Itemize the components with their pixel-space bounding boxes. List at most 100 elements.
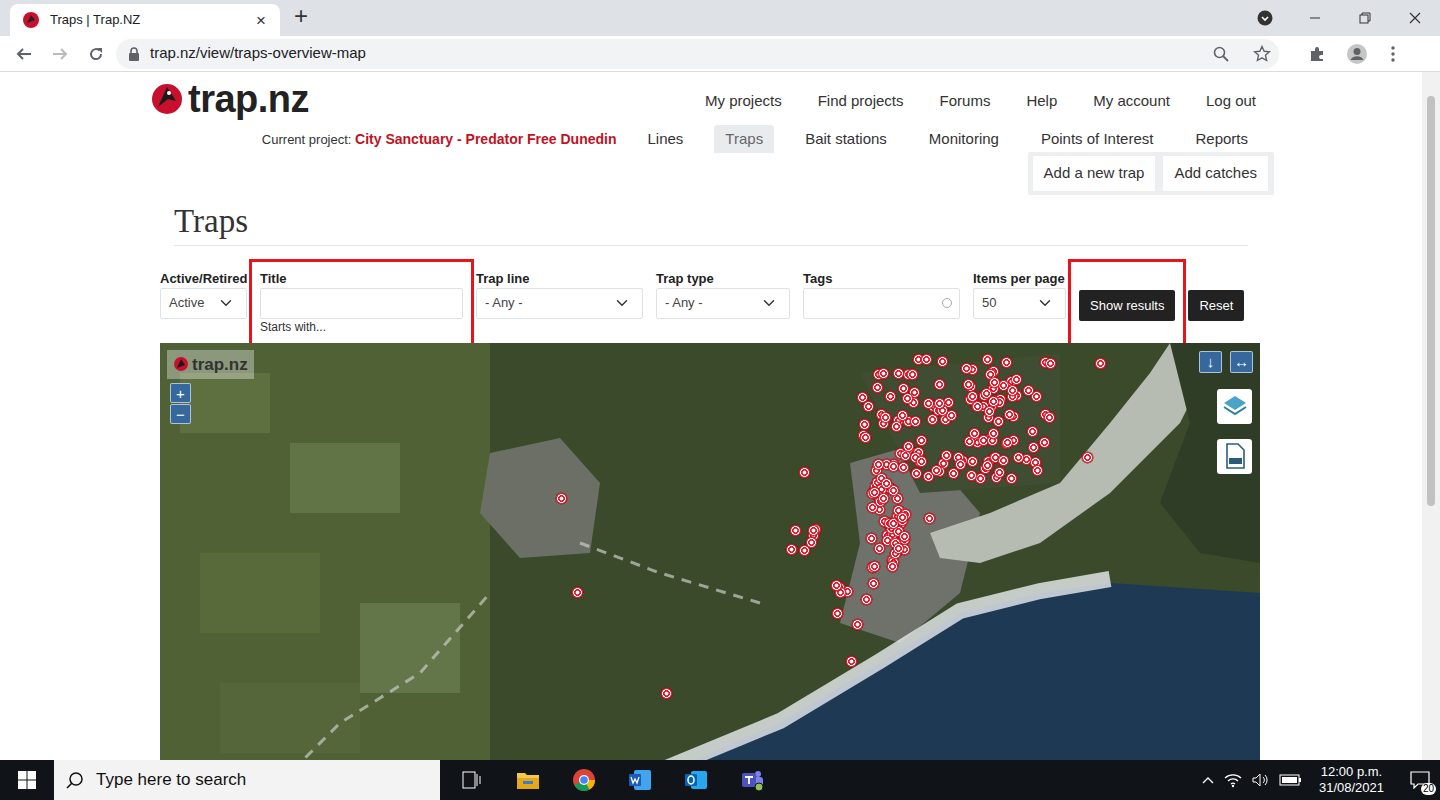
map-pin[interactable] [790, 525, 801, 536]
map-pin[interactable] [1028, 442, 1039, 453]
map-pin[interactable] [1001, 357, 1012, 368]
map-pin[interactable] [880, 412, 891, 423]
map-pin[interactable] [1004, 409, 1015, 420]
map-pin[interactable] [556, 493, 567, 504]
map-pin[interactable] [963, 379, 974, 390]
profile-menu-icon[interactable] [1240, 0, 1290, 36]
map-pin[interactable] [993, 416, 1004, 427]
notification-center-icon[interactable]: 20 [1400, 760, 1440, 800]
section-tab[interactable]: Points of Interest [1030, 125, 1165, 154]
current-project-link[interactable]: City Sanctuary - Predator Free Dunedin [355, 131, 616, 147]
wifi-icon[interactable] [1223, 772, 1243, 788]
map-pin[interactable] [1082, 452, 1093, 463]
layers-icon[interactable] [1217, 389, 1252, 424]
section-tab[interactable]: Traps [714, 125, 774, 154]
map-pin[interactable] [899, 531, 910, 542]
map-pin[interactable] [988, 428, 999, 439]
nav-link[interactable]: My projects [705, 90, 782, 113]
nav-link[interactable]: Help [1026, 90, 1057, 113]
map-pin[interactable] [998, 455, 1009, 466]
map-pin[interactable] [1013, 452, 1024, 463]
map-pin[interactable] [878, 368, 889, 379]
map-pin[interactable] [891, 421, 902, 432]
new-tab-button[interactable]: + [294, 4, 308, 28]
menu-icon[interactable] [1377, 38, 1409, 70]
map-pin[interactable] [872, 382, 883, 393]
map-pin[interactable] [1011, 374, 1022, 385]
map-pin[interactable] [969, 428, 980, 439]
scrollbar[interactable] [1422, 72, 1440, 760]
map-pin[interactable] [902, 393, 913, 404]
site-logo[interactable]: trap.nz [150, 80, 309, 118]
close-icon[interactable] [1390, 0, 1440, 36]
reset-button[interactable]: Reset [1188, 290, 1244, 322]
section-tab[interactable]: Bait stations [794, 125, 898, 154]
map-pin[interactable] [873, 459, 884, 470]
map-pin[interactable] [982, 354, 993, 365]
outlook-icon[interactable] [668, 760, 724, 800]
windows-start-icon[interactable] [0, 760, 54, 800]
map-pin[interactable] [937, 356, 948, 367]
map-pin[interactable] [934, 379, 945, 390]
extensions-icon[interactable] [1301, 38, 1333, 70]
map-pin[interactable] [921, 354, 932, 365]
map-pin[interactable] [897, 512, 908, 523]
map-pin[interactable] [1095, 358, 1106, 369]
section-tab[interactable]: Lines [636, 125, 694, 154]
zoom-in-button[interactable]: + [170, 383, 191, 403]
map-pin[interactable] [941, 450, 952, 461]
map-pin[interactable] [869, 561, 880, 572]
items-per-page-select[interactable]: 50 [973, 288, 1066, 319]
minimize-icon[interactable] [1290, 0, 1340, 36]
map-pin[interactable] [1023, 385, 1034, 396]
map-pin[interactable] [1039, 437, 1050, 448]
map-pin[interactable] [572, 587, 583, 598]
map-pin[interactable] [878, 493, 889, 504]
url-text[interactable]: trap.nz/view/traps-overview-map [150, 42, 1203, 65]
map-pin[interactable] [1032, 465, 1043, 476]
map-pin[interactable] [799, 467, 810, 478]
map-pin[interactable] [661, 688, 672, 699]
map-pin[interactable] [859, 419, 870, 430]
scrollbar-thumb[interactable] [1427, 96, 1435, 506]
map-pin[interactable] [982, 460, 993, 471]
map-pin[interactable] [967, 456, 978, 467]
map-pin[interactable] [916, 456, 927, 467]
section-tab[interactable]: Reports [1184, 125, 1259, 154]
battery-icon[interactable] [1279, 773, 1303, 787]
map-pin[interactable] [1044, 412, 1055, 423]
teams-icon[interactable] [724, 760, 780, 800]
clock[interactable]: 12:00 p.m. 31/08/2021 [1311, 764, 1392, 796]
map-pin[interactable] [966, 470, 977, 481]
map-pin[interactable] [893, 368, 904, 379]
map-pin[interactable] [786, 544, 797, 555]
tab-close-button[interactable]: × [252, 12, 270, 29]
nav-link[interactable]: Find projects [818, 90, 904, 113]
forward-icon[interactable] [44, 38, 76, 70]
map-pin[interactable] [866, 533, 877, 544]
map-pin[interactable] [989, 377, 1000, 388]
nav-link[interactable]: Log out [1206, 90, 1256, 113]
map-pin[interactable] [881, 478, 892, 489]
map-pin[interactable] [893, 543, 904, 554]
map-pin[interactable] [988, 396, 999, 407]
map-pin[interactable] [1045, 358, 1056, 369]
map-pin[interactable] [961, 363, 972, 374]
map-pin[interactable] [885, 391, 896, 402]
map-pin[interactable] [806, 537, 817, 548]
map-pin[interactable] [868, 578, 879, 589]
back-icon[interactable] [8, 38, 40, 70]
map-pin[interactable] [898, 383, 909, 394]
title-input[interactable] [260, 288, 463, 319]
task-view-icon[interactable] [444, 760, 500, 800]
map-pin[interactable] [898, 462, 909, 473]
map-pin[interactable] [808, 525, 819, 536]
map-pin[interactable] [1006, 473, 1017, 484]
map-pin[interactable] [863, 401, 874, 412]
restore-icon[interactable] [1340, 0, 1390, 36]
map-pin[interactable] [972, 401, 983, 412]
map-pin[interactable] [887, 561, 898, 572]
file-explorer-icon[interactable] [500, 760, 556, 800]
pdf-icon[interactable] [1217, 439, 1252, 474]
map-pin[interactable] [916, 435, 927, 446]
